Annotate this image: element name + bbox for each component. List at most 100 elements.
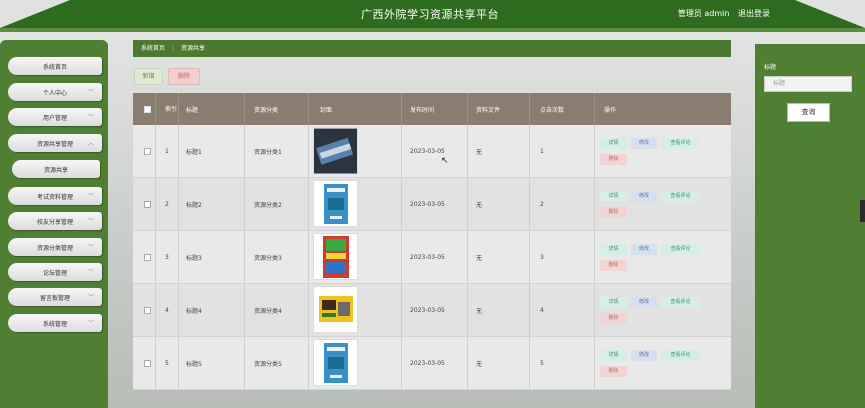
sidebar-item-label: 资源共享 — [43, 166, 68, 174]
detail-button[interactable]: 详情 — [600, 191, 627, 202]
row-date: 2023-03-05 — [410, 148, 445, 155]
column-divider — [401, 125, 402, 177]
detail-button[interactable]: 详情 — [600, 138, 627, 149]
column-divider — [244, 337, 245, 389]
view-comments-button[interactable]: 查看评论 — [661, 244, 700, 255]
table-row: 3 标题3 资源分类3 2023-03-05 无 3 详情 修改 查看评论 删除 — [133, 231, 731, 284]
header-divider — [594, 93, 595, 125]
column-divider — [467, 284, 468, 336]
edit-button[interactable]: 修改 — [631, 297, 657, 308]
detail-button[interactable]: 详情 — [600, 244, 627, 255]
column-divider — [401, 284, 402, 336]
header-divider — [467, 93, 468, 125]
breadcrumb-home[interactable]: 系统首页 — [141, 45, 165, 52]
row-checkbox[interactable] — [144, 201, 151, 208]
row-file: 无 — [476, 308, 483, 315]
select-all-checkbox[interactable] — [144, 105, 151, 113]
add-button[interactable]: 新增 — [134, 68, 163, 85]
column-divider — [401, 337, 402, 389]
column-divider — [594, 337, 595, 389]
sidebar-item-label: 资源分类管理 — [36, 244, 73, 252]
chevron-up-icon: ︿ — [87, 140, 94, 147]
column-divider — [594, 231, 595, 283]
col-index-label: 索引 — [165, 105, 178, 113]
column-divider — [594, 284, 595, 336]
row-index: 1 — [165, 148, 169, 155]
logout-link[interactable]: 退出登录 — [738, 9, 770, 18]
column-divider — [529, 231, 530, 283]
column-divider — [594, 178, 595, 230]
edit-button[interactable]: 修改 — [631, 244, 657, 255]
sidebar-item[interactable]: 系统管理 ﹀ — [8, 314, 102, 332]
delete-button[interactable]: 删除 — [600, 207, 627, 218]
detail-button[interactable]: 详情 — [600, 350, 627, 361]
view-comments-button[interactable]: 查看评论 — [661, 138, 700, 149]
row-title: 标题1 — [186, 149, 202, 156]
sidebar-item[interactable]: 个人中心 ﹀ — [8, 83, 102, 101]
delete-button[interactable]: 删除 — [600, 313, 627, 324]
table-row: 1 标题1 资源分类1 2023-03-05 无 1 详情 修改 查看评论 删除 — [133, 125, 731, 178]
edit-button[interactable]: 修改 — [631, 191, 657, 202]
sidebar-item[interactable]: 留言板管理 ﹀ — [8, 288, 102, 306]
col-cover: 封面 — [320, 106, 333, 114]
column-divider — [244, 178, 245, 230]
header-left-notch — [0, 0, 70, 28]
row-checkbox[interactable] — [144, 254, 151, 261]
col-category: 资源分类 — [254, 106, 279, 114]
sidebar-item[interactable]: 资源共享 — [12, 160, 100, 178]
row-checkbox[interactable] — [144, 307, 151, 314]
header-divider — [178, 93, 179, 125]
column-divider — [178, 125, 179, 177]
sidebar-item[interactable]: 考试资料管理 ﹀ — [8, 187, 102, 205]
row-checkbox[interactable] — [144, 360, 151, 367]
sidebar-item[interactable]: 系统首页 — [8, 57, 102, 75]
column-divider — [178, 178, 179, 230]
bulk-delete-button[interactable]: 删除 — [168, 68, 200, 85]
header-underline — [0, 28, 865, 32]
view-comments-button[interactable]: 查看评论 — [661, 297, 700, 308]
row-title: 标题3 — [186, 255, 202, 262]
row-select-cell — [139, 337, 151, 390]
resource-table: 索引 标题 资源分类 封面 发布时间 资料文件 点击次数 操作 1 标题1 资源分类… — [133, 93, 731, 408]
col-title: 标题 — [186, 106, 199, 114]
sidebar-item[interactable]: 校友分享管理 ﹀ — [8, 212, 102, 230]
sidebar-item[interactable]: 论坛管理 ﹀ — [8, 263, 102, 281]
column-divider — [155, 231, 156, 283]
column-divider — [155, 178, 156, 230]
view-comments-button[interactable]: 查看评论 — [661, 350, 700, 361]
row-actions: 详情 修改 查看评论删除 — [596, 337, 731, 390]
breadcrumb-current: 资源共享 — [181, 45, 206, 52]
cover-image — [313, 180, 358, 227]
detail-button[interactable]: 详情 — [600, 297, 627, 308]
header-right-notch — [795, 0, 865, 28]
sidebar-item[interactable]: 资源分类管理 ﹀ — [8, 238, 102, 256]
search-button[interactable]: 查询 — [787, 103, 830, 122]
search-input[interactable]: 标题 — [764, 76, 852, 92]
row-select-cell — [139, 231, 151, 284]
sidebar-item[interactable]: 资源共享管理 ︿ — [8, 134, 102, 152]
edit-button[interactable]: 修改 — [631, 350, 657, 361]
row-date: 2023-03-05 — [410, 307, 445, 314]
column-divider — [529, 125, 530, 177]
delete-button[interactable]: 删除 — [600, 366, 627, 377]
table-row: 4 标题4 资源分类4 2023-03-05 无 4 详情 修改 查看评论 删除 — [133, 284, 731, 337]
column-divider — [467, 337, 468, 389]
row-clicks: 4 — [540, 307, 544, 314]
column-divider — [155, 125, 156, 177]
chevron-down-icon: ﹀ — [87, 294, 94, 301]
sidebar-item[interactable]: 用户管理 ﹀ — [8, 108, 102, 126]
search-label: 标题 — [764, 64, 777, 71]
edit-button[interactable]: 修改 — [631, 138, 657, 149]
delete-button[interactable]: 删除 — [600, 154, 627, 165]
cover-image — [313, 339, 358, 386]
search-panel — [755, 44, 865, 408]
row-category: 资源分类4 — [254, 308, 282, 315]
header-divider — [529, 93, 530, 125]
column-divider — [178, 231, 179, 283]
view-comments-button[interactable]: 查看评论 — [661, 191, 700, 202]
row-checkbox[interactable] — [144, 148, 151, 155]
scroll-handle[interactable] — [860, 200, 865, 222]
row-select-cell — [139, 125, 151, 178]
delete-button[interactable]: 删除 — [600, 260, 627, 271]
admin-label: 管理员 admin — [677, 9, 730, 18]
